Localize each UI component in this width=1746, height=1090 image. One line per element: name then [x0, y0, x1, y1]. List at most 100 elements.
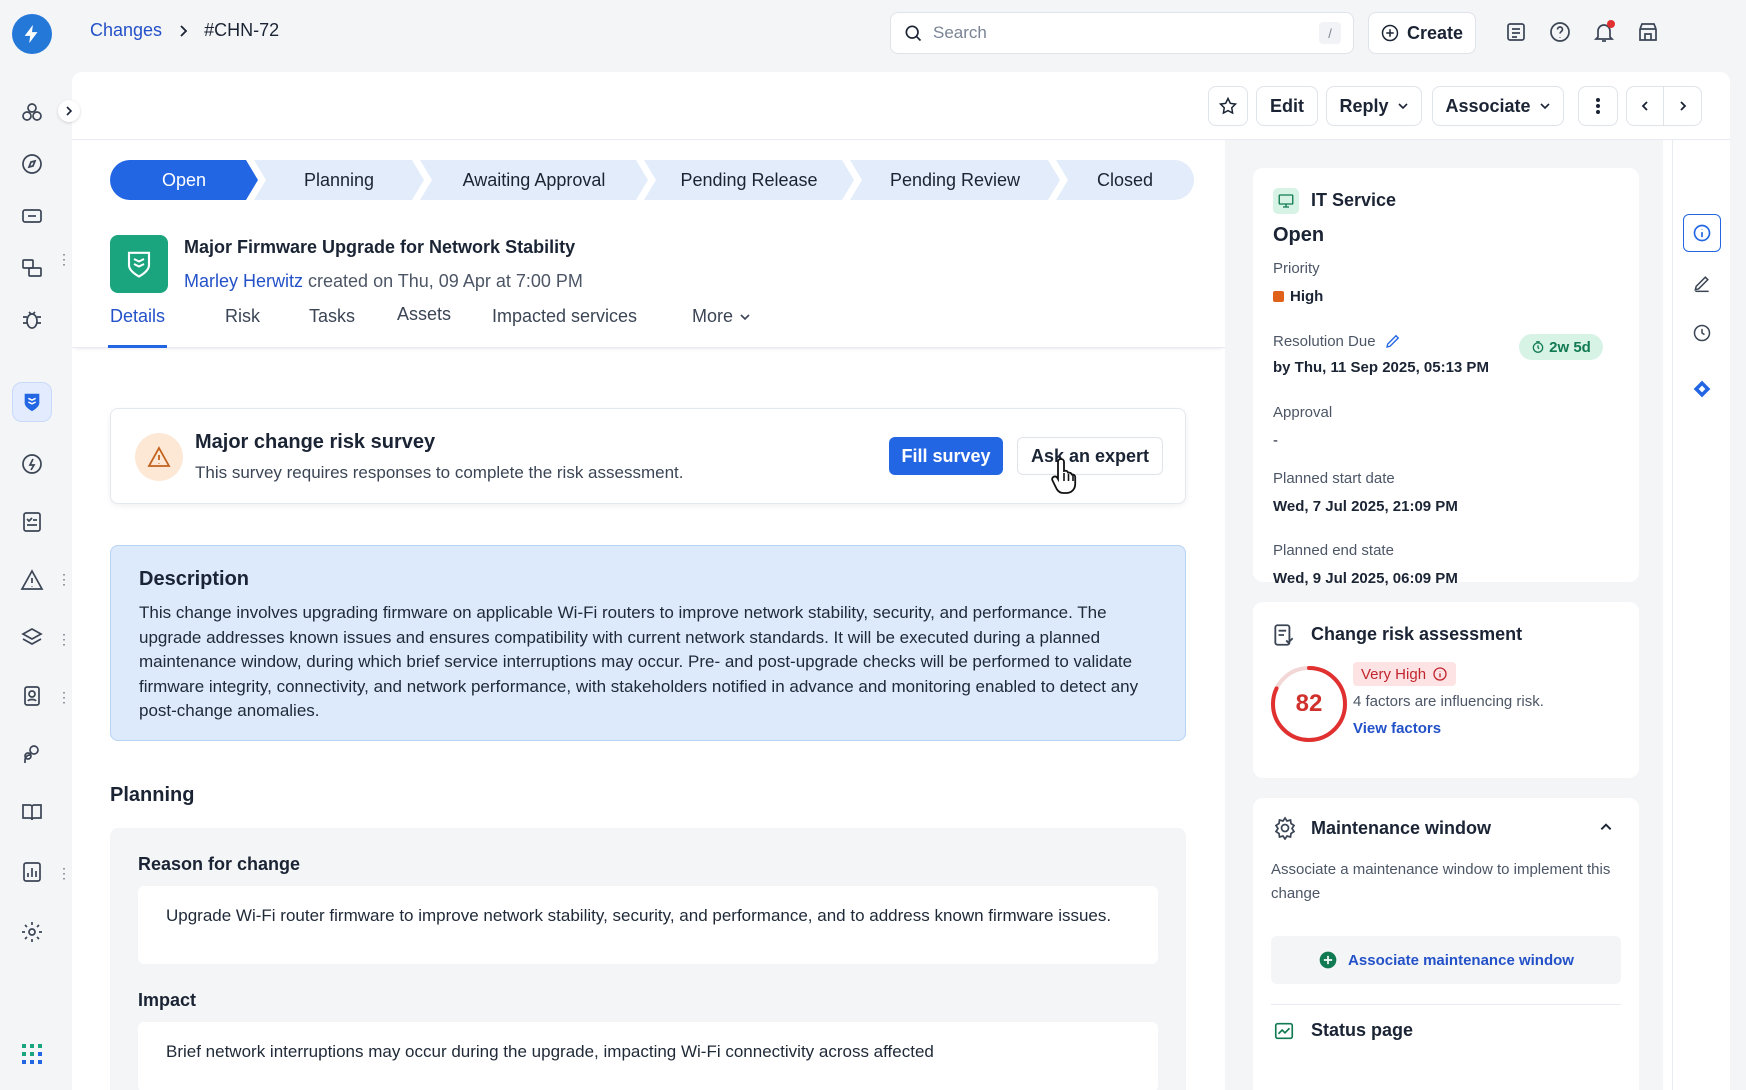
stage-pending-review[interactable]: Pending Review: [850, 160, 1060, 200]
change-detail-card: Edit Reply Associate Open Planning Await…: [72, 72, 1730, 1090]
assets-icon[interactable]: [12, 248, 52, 288]
layers-icon[interactable]: [12, 618, 52, 658]
marketplace-store-icon[interactable]: [1630, 14, 1666, 50]
search-icon: [905, 25, 922, 42]
tab-more[interactable]: More: [692, 306, 751, 348]
ticket-icon[interactable]: [12, 196, 52, 236]
help-icon[interactable]: [1542, 14, 1578, 50]
associate-button[interactable]: Associate: [1432, 86, 1564, 126]
edit-button[interactable]: Edit: [1256, 86, 1318, 126]
detail-tabs: Details Risk Tasks Assets Impacted servi…: [72, 298, 1225, 348]
created-text: created on Thu, 09 Apr at 7:00 PM: [308, 271, 583, 291]
monitor-icon: [1273, 188, 1299, 214]
author-link[interactable]: Marley Herwitz: [184, 271, 303, 291]
previous-chevron-icon[interactable]: [1627, 87, 1665, 125]
notifications-bell-icon[interactable]: [1586, 14, 1622, 50]
risk-score-gauge: 82: [1269, 664, 1349, 744]
right-side-rail: [1672, 140, 1730, 1090]
search-placeholder: Search: [933, 23, 987, 42]
reply-label: Reply: [1339, 95, 1389, 116]
tab-impacted-services[interactable]: Impacted services: [492, 306, 637, 348]
expand-nav-chevron-icon[interactable]: [58, 100, 80, 122]
dashboard-icon[interactable]: [12, 92, 52, 132]
bug-icon[interactable]: [12, 300, 52, 340]
create-label: Create: [1406, 22, 1464, 43]
more-dots-icon[interactable]: ⋮: [57, 632, 71, 646]
associate-label: Associate: [1445, 95, 1531, 116]
more-dots-icon[interactable]: ⋮: [57, 866, 71, 880]
more-dots-icon[interactable]: ⋮: [57, 572, 71, 586]
release-icon[interactable]: [12, 444, 52, 484]
resolution-due-label-text: Resolution Due: [1273, 332, 1376, 350]
settings-gear-icon[interactable]: [12, 912, 52, 952]
next-chevron-icon[interactable]: [1664, 87, 1701, 125]
users-icon[interactable]: [12, 734, 52, 774]
resolution-due-label: Resolution Due: [1273, 332, 1402, 350]
app-logo-icon[interactable]: [12, 14, 52, 54]
properties-panel: IT Service Open Priority High Resolution…: [1225, 140, 1663, 1090]
changes-shield-icon[interactable]: [12, 382, 52, 422]
detail-toolbar: Edit Reply Associate: [72, 72, 1730, 140]
breadcrumb: Changes #CHN-72: [90, 20, 279, 41]
maintenance-description: Associate a maintenance window to implem…: [1271, 861, 1611, 902]
catalog-icon[interactable]: [1498, 14, 1534, 50]
create-button[interactable]: Create: [1368, 12, 1476, 54]
favorite-star-button[interactable]: [1208, 86, 1248, 126]
notification-dot: [1607, 20, 1615, 28]
view-factors-link[interactable]: View factors: [1353, 720, 1441, 737]
problem-warning-icon[interactable]: [12, 560, 52, 600]
search-input[interactable]: Search /: [890, 12, 1354, 54]
tab-details[interactable]: Details: [108, 306, 168, 348]
planned-end-value: Wed, 9 Jul 2025, 06:09 PM: [1273, 570, 1458, 587]
edit-label: Edit: [1270, 95, 1304, 116]
tab-assets[interactable]: Assets: [397, 304, 451, 346]
change-content: Open Planning Awaiting Approval Pending …: [72, 140, 1225, 1090]
edit-pencil-icon[interactable]: [1683, 264, 1721, 302]
integration-diamond-icon[interactable]: [1683, 370, 1721, 408]
service-type: IT Service: [1311, 190, 1397, 210]
tab-tasks[interactable]: Tasks: [309, 306, 355, 348]
plus-circle-icon: [1319, 951, 1337, 969]
more-options-kebab-icon[interactable]: [1578, 86, 1618, 126]
reply-button[interactable]: Reply: [1326, 86, 1422, 126]
reports-icon[interactable]: [12, 852, 52, 892]
star-icon: [1218, 96, 1238, 115]
ask-expert-button[interactable]: Ask an expert: [1017, 437, 1163, 475]
survey-description: This survey requires responses to comple…: [195, 463, 684, 482]
risk-level-text: Very High: [1361, 665, 1427, 683]
change-meta: Marley Herwitz created on Thu, 09 Apr at…: [184, 271, 583, 292]
priority-label: Priority: [1273, 260, 1320, 277]
fill-survey-button[interactable]: Fill survey: [889, 437, 1003, 475]
change-shield-icon: [110, 235, 168, 293]
info-icon[interactable]: [1432, 666, 1448, 682]
apps-grid-icon[interactable]: [12, 1034, 52, 1074]
edit-pencil-icon[interactable]: [1384, 332, 1402, 350]
divider: [1271, 1004, 1621, 1005]
impact-text: Brief network interruptions may occur du…: [138, 1022, 1158, 1090]
stage-closed[interactable]: Closed: [1056, 160, 1194, 200]
collapse-chevron-up-icon[interactable]: [1599, 820, 1613, 839]
planned-start-label: Planned start date: [1273, 470, 1395, 487]
stage-planning[interactable]: Planning: [254, 160, 424, 200]
reason-text: Upgrade Wi-Fi router firmware to improve…: [138, 886, 1158, 964]
more-dots-icon[interactable]: ⋮: [57, 252, 71, 266]
warning-triangle-icon: [135, 433, 183, 481]
compass-icon[interactable]: [12, 144, 52, 184]
associate-maintenance-button[interactable]: Associate maintenance window: [1271, 936, 1621, 984]
stage-awaiting-approval[interactable]: Awaiting Approval: [420, 160, 648, 200]
checklist-icon[interactable]: [12, 502, 52, 542]
stage-pending-release[interactable]: Pending Release: [644, 160, 854, 200]
associate-maintenance-label: Associate maintenance window: [1348, 951, 1574, 969]
tab-risk[interactable]: Risk: [225, 306, 260, 348]
properties-card: IT Service Open Priority High Resolution…: [1253, 168, 1639, 587]
more-dots-icon[interactable]: ⋮: [57, 690, 71, 704]
info-panel-icon[interactable]: [1683, 214, 1721, 252]
contacts-icon[interactable]: [12, 676, 52, 716]
status-page-heading: Status page: [1311, 1020, 1414, 1040]
hand-cursor-icon: [1049, 455, 1085, 500]
knowledge-book-icon[interactable]: [12, 792, 52, 832]
stage-open[interactable]: Open: [110, 160, 258, 200]
reason-label: Reason for change: [138, 854, 301, 874]
history-clock-icon[interactable]: [1683, 314, 1721, 352]
breadcrumb-changes-link[interactable]: Changes: [90, 20, 162, 41]
